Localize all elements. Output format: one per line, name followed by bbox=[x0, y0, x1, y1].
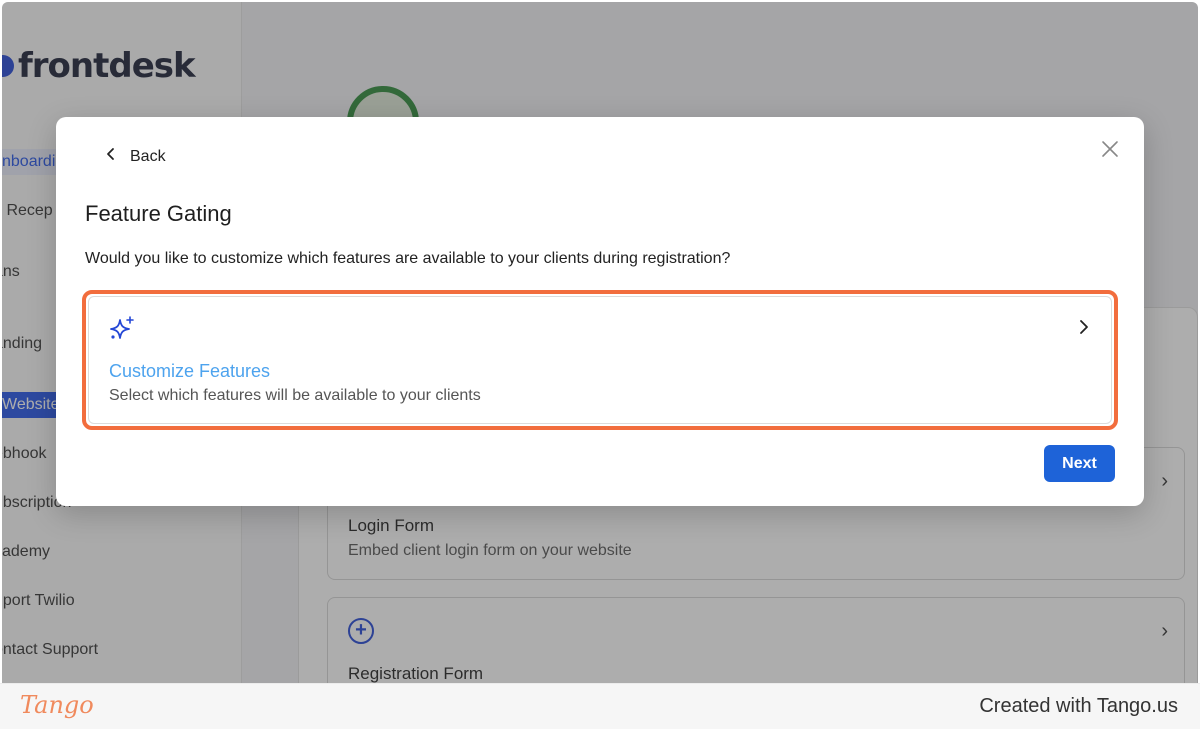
chevron-left-icon bbox=[106, 147, 116, 166]
option-description: Select which features will be available … bbox=[109, 387, 481, 404]
footer-text: Created with Tango.us bbox=[979, 695, 1178, 717]
next-button[interactable]: Next bbox=[1044, 445, 1115, 482]
modal-question: Would you like to customize which featur… bbox=[85, 250, 731, 267]
option-card-inner: Customize Features Select which features… bbox=[88, 296, 1112, 424]
feature-gating-modal: Back Feature Gating Would you like to cu… bbox=[56, 117, 1144, 506]
tango-footer: Tango Created with Tango.us bbox=[0, 683, 1200, 729]
customize-features-option[interactable]: Customize Features Select which features… bbox=[82, 290, 1118, 430]
close-icon[interactable] bbox=[1100, 139, 1120, 159]
sparkle-icon bbox=[109, 315, 137, 343]
option-title: Customize Features bbox=[109, 361, 271, 381]
back-button[interactable]: Back bbox=[106, 147, 166, 166]
chevron-right-icon bbox=[1079, 319, 1089, 340]
modal-title: Feature Gating bbox=[85, 201, 232, 226]
back-label: Back bbox=[130, 147, 166, 165]
tango-logo: Tango bbox=[20, 691, 94, 719]
